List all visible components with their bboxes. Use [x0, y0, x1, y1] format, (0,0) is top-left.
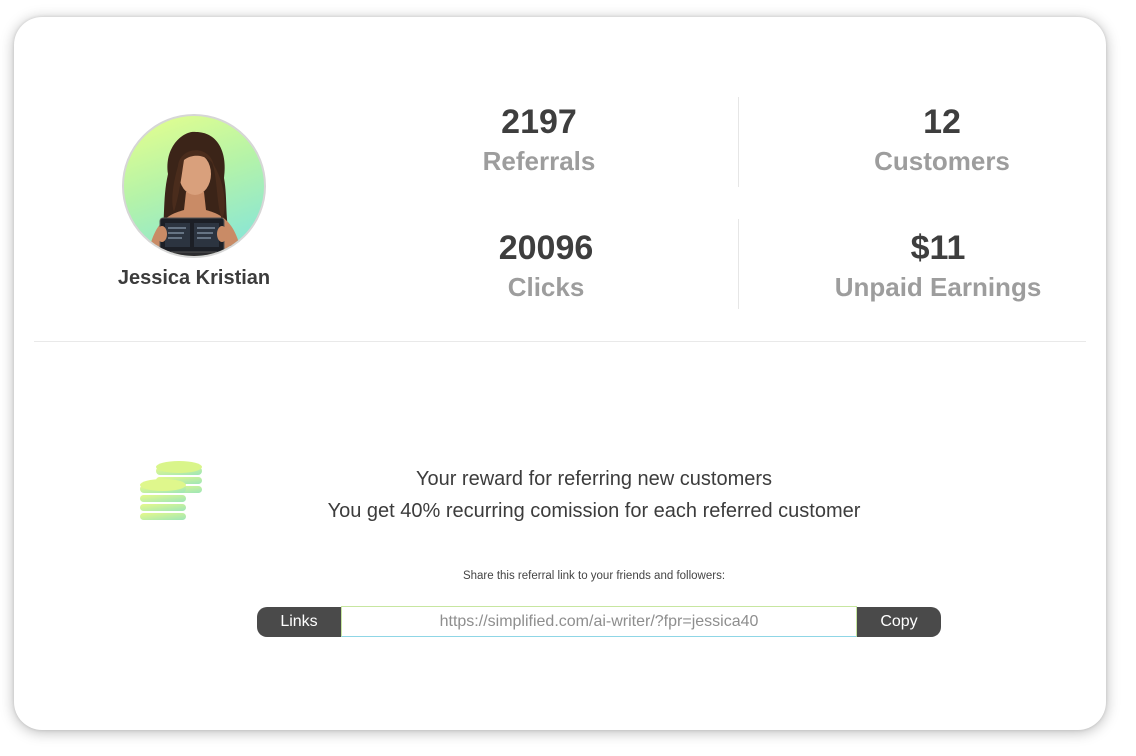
referrals-value: 2197: [501, 103, 577, 141]
stat-clicks: 20096 Clicks: [446, 228, 646, 304]
avatar: [122, 114, 266, 258]
section-divider: [34, 341, 1086, 342]
copy-button[interactable]: Copy: [857, 607, 941, 637]
reward-description: Your reward for referring new customers …: [214, 463, 974, 527]
stats-divider-bottom: [738, 219, 739, 309]
links-button[interactable]: Links: [257, 607, 341, 637]
profile-photo: [148, 131, 242, 256]
share-instruction: Share this referral link to your friends…: [462, 570, 726, 582]
stat-unpaid-earnings: $11 Unpaid Earnings: [812, 228, 1064, 304]
referral-link-bar: Links Copy: [257, 606, 941, 637]
clicks-value: 20096: [498, 229, 594, 267]
stat-customers: 12 Customers: [822, 102, 1062, 178]
reward-title: Your reward for referring new customers: [415, 468, 773, 490]
stat-referrals: 2197 Referrals: [439, 102, 639, 178]
referral-card: Jessica Kristian 2197 Referrals 12 Custo…: [14, 17, 1106, 730]
customers-label: Customers: [874, 146, 1010, 176]
clicks-label: Clicks: [507, 272, 585, 302]
customers-value: 12: [923, 103, 961, 141]
coins-icon: [140, 461, 202, 520]
referrals-label: Referrals: [482, 146, 596, 176]
reward-commission: You get 40% recurring comission for each…: [327, 500, 861, 522]
unpaid-earnings-value: $11: [910, 229, 966, 267]
unpaid-earnings-label: Unpaid Earnings: [834, 272, 1042, 302]
stats-divider-top: [738, 97, 739, 187]
profile-name: Jessica Kristian: [117, 267, 271, 289]
referral-link-field[interactable]: [341, 606, 857, 637]
